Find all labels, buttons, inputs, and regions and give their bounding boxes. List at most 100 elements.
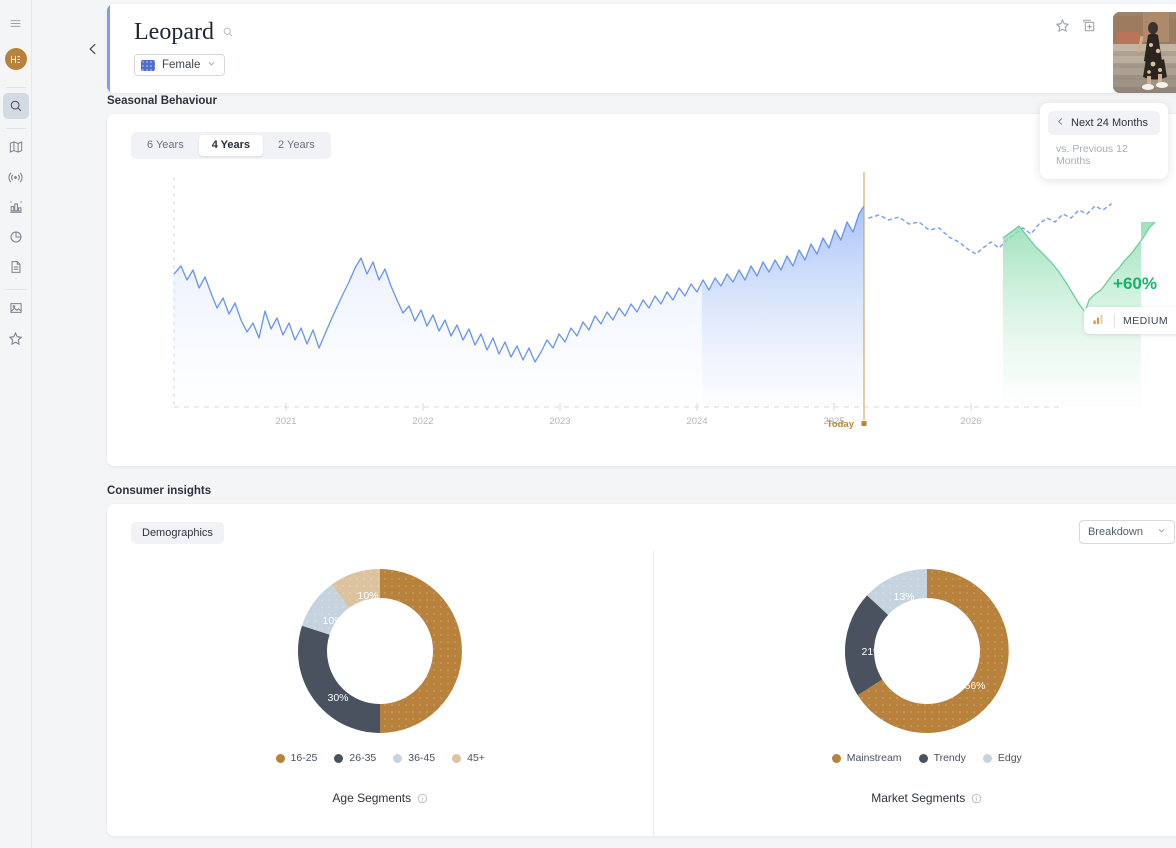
header-card: Leopard Female: [107, 4, 1176, 93]
chevron-left-icon[interactable]: [1056, 117, 1065, 129]
gender-selector[interactable]: Female: [134, 54, 225, 76]
market-segments-legend: Mainstream Trendy Edgy: [832, 752, 1022, 764]
confidence-label: MEDIUM: [1123, 315, 1168, 327]
left-sidebar: [0, 0, 32, 848]
legend-item[interactable]: Edgy: [983, 752, 1022, 764]
sidebar-divider-3: [6, 289, 26, 290]
x-tick-2022: 2022: [412, 416, 433, 427]
sidebar-item-pie-chart[interactable]: [3, 224, 29, 250]
avatar[interactable]: [5, 48, 27, 70]
legend-item[interactable]: 26-35: [334, 752, 376, 764]
trend-thumbnail[interactable]: [1113, 12, 1176, 93]
header-actions: [1055, 18, 1096, 38]
forecast-dotted-line: [869, 204, 1111, 254]
app-root: Leopard Female: [0, 0, 1176, 848]
legend-dot-26-35: [334, 754, 343, 763]
legend-label: Trendy: [934, 752, 966, 764]
sidebar-divider-2: [6, 128, 26, 129]
range-option-2y[interactable]: 2 Years: [265, 135, 328, 156]
age-segments-donut[interactable]: 50% 30% 10% 10%: [285, 556, 475, 746]
sidebar-item-star[interactable]: [3, 325, 29, 351]
breakdown-label: Breakdown: [1088, 526, 1143, 538]
legend-label: 26-35: [349, 752, 376, 764]
hamburger-icon[interactable]: [3, 10, 29, 36]
add-to-board-icon[interactable]: [1081, 18, 1096, 38]
seasonal-section-label: Seasonal Behaviour: [107, 95, 217, 107]
header-body: Leopard Female: [110, 4, 1176, 76]
date-range-label: Next 24 Months: [1071, 117, 1148, 129]
legend-item[interactable]: 36-45: [393, 752, 435, 764]
market-label-edgy: 13%: [893, 591, 914, 603]
market-segments-title-row: Market Segments: [871, 791, 982, 805]
legend-dot-mainstream: [832, 754, 841, 763]
legend-dot-trendy: [919, 754, 928, 763]
sidebar-item-image[interactable]: [3, 295, 29, 321]
sidebar-item-map[interactable]: [3, 134, 29, 160]
seasonal-chart-svg: 2021 2022 2023 2024 2025 2026 Today: [131, 162, 1176, 452]
legend-item[interactable]: 45+: [452, 752, 485, 764]
sidebar-item-document[interactable]: [3, 254, 29, 280]
legend-label: Edgy: [998, 752, 1022, 764]
x-tick-2024: 2024: [686, 416, 707, 427]
date-range-comparison[interactable]: vs. Previous 12 Months: [1048, 135, 1160, 171]
age-segments-title: Age Segments: [332, 791, 411, 805]
range-option-4y[interactable]: 4 Years: [199, 135, 263, 156]
legend-label: Mainstream: [847, 752, 902, 764]
legend-dot-edgy: [983, 754, 992, 763]
legend-label: 36-45: [408, 752, 435, 764]
signal-bars-icon: [1093, 313, 1106, 328]
info-icon[interactable]: [417, 793, 428, 804]
seasonal-card: 6 Years 4 Years 2 Years: [107, 114, 1176, 466]
star-icon[interactable]: [1055, 18, 1070, 38]
tab-demographics[interactable]: Demographics: [131, 522, 224, 544]
age-label-36-45: 10%: [323, 615, 344, 627]
x-tick-2026: 2026: [960, 416, 981, 427]
historic-area-recent: [702, 206, 864, 407]
chevron-down-icon: [207, 59, 216, 71]
sidebar-divider: [6, 87, 26, 88]
donut-panes: 50% 30% 10% 10% 16-25 26-35: [107, 550, 1176, 836]
age-label-26-35: 30%: [328, 692, 349, 704]
market-segments-donut[interactable]: 66% 21% 13%: [832, 556, 1022, 746]
collapse-panel-button[interactable]: [82, 38, 104, 60]
age-label-16-25: 50%: [413, 646, 434, 658]
gender-selector-label: Female: [162, 59, 200, 71]
breakdown-dropdown[interactable]: Breakdown: [1079, 520, 1175, 544]
legend-dot-45-plus: [452, 754, 461, 763]
legend-dot-16-25: [276, 754, 285, 763]
market-label-mainstream: 66%: [964, 680, 985, 692]
legend-label: 45+: [467, 752, 485, 764]
legend-dot-36-45: [393, 754, 402, 763]
date-range-popover: Next 24 Months vs. Previous 12 Months: [1040, 103, 1168, 179]
sidebar-item-search[interactable]: [3, 93, 29, 119]
age-label-45-plus: 10%: [358, 590, 379, 602]
market-segments-title: Market Segments: [871, 791, 965, 805]
confidence-badge[interactable]: MEDIUM: [1084, 307, 1176, 334]
seasonal-chart[interactable]: 2021 2022 2023 2024 2025 2026 Today: [131, 162, 1176, 452]
sidebar-item-bar-chart[interactable]: [3, 194, 29, 220]
badge-divider: [1114, 314, 1115, 327]
info-icon[interactable]: [971, 793, 982, 804]
range-option-6y[interactable]: 6 Years: [134, 135, 197, 156]
market-label-trendy: 21%: [861, 646, 882, 658]
title-row: Leopard: [134, 20, 1176, 44]
legend-label: 16-25: [291, 752, 318, 764]
consumer-section-label: Consumer insights: [107, 485, 211, 497]
date-range-current[interactable]: Next 24 Months: [1048, 111, 1160, 135]
page-title: Leopard: [134, 20, 214, 44]
gender-color-swatch: [141, 60, 155, 71]
search-icon[interactable]: [222, 26, 234, 38]
legend-item[interactable]: Trendy: [919, 752, 966, 764]
x-tick-2023: 2023: [549, 416, 570, 427]
today-label: Today: [827, 419, 855, 430]
age-segments-title-row: Age Segments: [332, 791, 428, 805]
main-area: Leopard Female: [32, 0, 1176, 848]
legend-item[interactable]: Mainstream: [832, 752, 902, 764]
market-segments-pane: 66% 21% 13% Mainstream Trendy: [654, 550, 1176, 836]
age-segments-legend: 16-25 26-35 36-45 45+: [276, 752, 485, 764]
sidebar-item-radar[interactable]: [3, 164, 29, 190]
chevron-down-icon: [1157, 526, 1166, 538]
delta-value: +60%: [1090, 274, 1176, 294]
legend-item[interactable]: 16-25: [276, 752, 318, 764]
age-segments-pane: 50% 30% 10% 10% 16-25 26-35: [107, 550, 654, 836]
